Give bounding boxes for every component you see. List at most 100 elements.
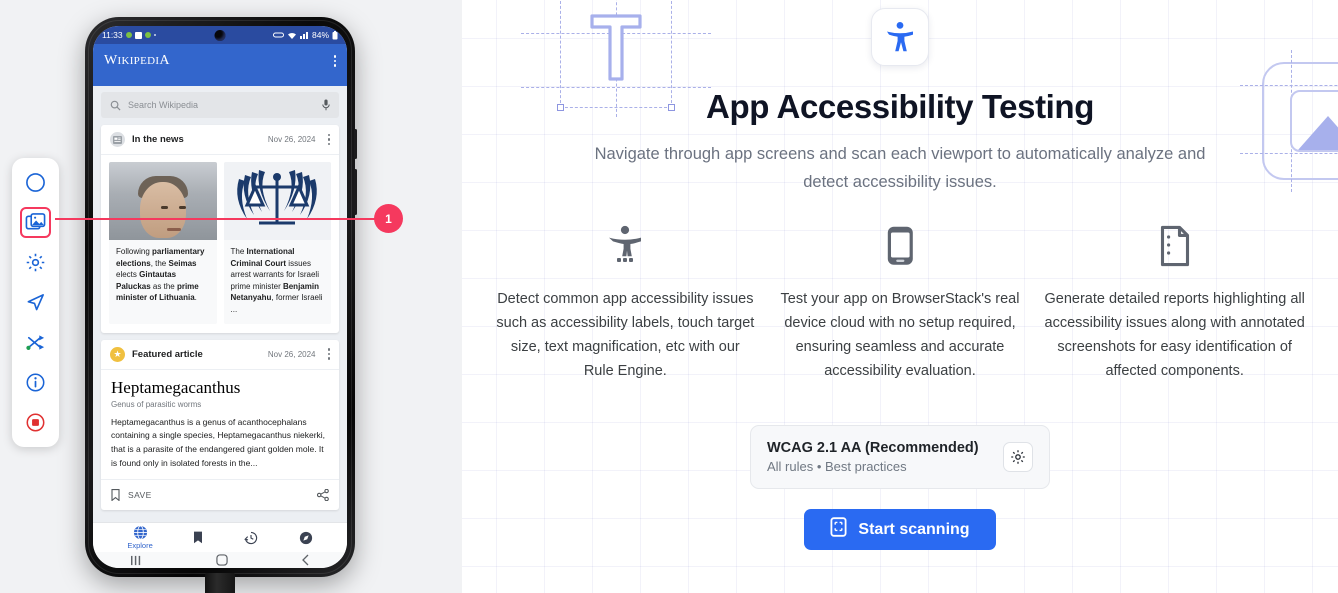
device-screen[interactable]: 11:33 84% WIKIPEDIA Search Wikipedia In … — [93, 26, 347, 568]
square-icon — [134, 31, 142, 39]
tab-explore[interactable]: Explore — [127, 525, 153, 550]
featured-article-card[interactable]: ★ Featured article Nov 26, 2024 Heptameg… — [101, 339, 339, 510]
article-actions: SAVE — [101, 478, 339, 510]
panel-content: App Accessibility Testing Navigate throu… — [462, 0, 1338, 550]
search-placeholder: Search Wikipedia — [128, 100, 199, 110]
article-excerpt: Heptamegacanthus is a genus of acanthoce… — [111, 416, 326, 468]
page-subtitle: Navigate through app screens and scan ea… — [594, 145, 1206, 192]
status-time: 11:33 — [102, 30, 123, 40]
mic-icon[interactable] — [322, 99, 330, 111]
wcag-title: WCAG 2.1 AA (Recommended) — [767, 440, 979, 456]
feature-text: Test your app on BrowserStack's real dev… — [780, 290, 1020, 379]
featured-body: Heptamegacanthus Genus of parasitic worm… — [101, 370, 339, 471]
phone-status-bar: 11:33 84% — [93, 26, 347, 44]
home-icon[interactable] — [216, 554, 228, 566]
article-subtitle: Genus of parasitic worms — [111, 399, 202, 409]
info-icon[interactable] — [20, 367, 51, 398]
feature-reports: Generate detailed reports highlighting a… — [1037, 223, 1312, 383]
tab-nearby[interactable] — [299, 531, 313, 545]
search-icon — [110, 100, 121, 111]
card-date: Nov 26, 2024 — [267, 349, 316, 359]
save-button[interactable]: SAVE — [111, 488, 152, 501]
back-icon[interactable] — [301, 554, 310, 566]
news-icon — [110, 132, 125, 147]
card-date: Nov 26, 2024 — [267, 135, 316, 144]
report-document-icon — [1159, 223, 1191, 267]
wcag-preset-card[interactable]: WCAG 2.1 AA (Recommended) All rules • Be… — [750, 425, 1050, 489]
news-caption: Following parliamentary elections, the S… — [116, 247, 205, 303]
feature-accessibility: Detect common app accessibility issues s… — [488, 223, 763, 383]
list-item[interactable]: The International Criminal Court issues … — [223, 162, 331, 324]
card-title: In the news — [132, 134, 184, 145]
search-input[interactable]: Search Wikipedia — [101, 92, 339, 118]
wikipedia-tab-bar[interactable]: Explore — [93, 522, 347, 552]
stop-record-icon[interactable] — [20, 407, 51, 438]
history-icon — [244, 531, 258, 544]
wcag-subtitle: All rules • Best practices — [767, 459, 907, 474]
wikipedia-feed[interactable]: Search Wikipedia In the news Nov 26, 202… — [93, 78, 347, 522]
android-icon — [144, 32, 151, 38]
android-icon — [125, 32, 132, 38]
tab-saved[interactable] — [193, 531, 203, 544]
page-title: App Accessibility Testing — [706, 88, 1094, 125]
card-header: ★ Featured article Nov 26, 2024 — [101, 340, 339, 370]
battery-icon — [332, 30, 338, 39]
device-toolbar[interactable] — [12, 158, 59, 447]
shuffle-icon[interactable] — [20, 327, 51, 358]
card-header: In the news Nov 26, 2024 — [101, 125, 339, 155]
kebab-menu-icon[interactable] — [327, 348, 330, 360]
wikipedia-app-bar: WIKIPEDIA — [93, 44, 347, 78]
share-icon[interactable] — [317, 488, 329, 501]
sim-icon — [272, 32, 284, 38]
bookmark-icon — [194, 531, 203, 544]
save-label: SAVE — [128, 489, 152, 500]
device-preview-pane: 11:33 84% WIKIPEDIA Search Wikipedia In … — [0, 0, 462, 593]
navigate-icon[interactable] — [20, 287, 51, 318]
icc-logo — [223, 162, 331, 240]
feature-list: Detect common app accessibility issues s… — [462, 223, 1338, 383]
recents-icon[interactable] — [130, 555, 143, 566]
news-caption: The International Criminal Court issues … — [230, 247, 323, 314]
wikipedia-logo: WIKIPEDIA — [104, 53, 170, 68]
card-title: Featured article — [132, 348, 203, 360]
tab-history[interactable] — [244, 531, 258, 545]
device-stand — [205, 573, 235, 593]
scan-button-label: Start scanning — [858, 520, 970, 538]
battery-percent: 84% — [311, 30, 329, 40]
device-mockup: 11:33 84% WIKIPEDIA Search Wikipedia In … — [85, 17, 357, 593]
tab-label: Explore — [127, 541, 153, 550]
device-volume-button — [354, 129, 357, 159]
device-frame: 11:33 84% WIKIPEDIA Search Wikipedia In … — [85, 17, 357, 577]
compass-icon — [299, 531, 312, 544]
in-the-news-card[interactable]: In the news Nov 26, 2024 Following parli… — [101, 125, 339, 333]
screenshot-icon[interactable] — [20, 207, 51, 238]
wcag-preset-text: WCAG 2.1 AA (Recommended) All rules • Be… — [767, 440, 979, 474]
kebab-menu-icon[interactable] — [327, 133, 330, 146]
app-bar-strip — [93, 78, 347, 86]
news-item-list: Following parliamentary elections, the S… — [101, 155, 339, 333]
mobile-device-icon — [886, 223, 915, 267]
annotation-badge: 1 — [374, 204, 403, 233]
accessibility-icon — [871, 8, 929, 66]
device-power-button — [354, 169, 357, 215]
dot-icon — [153, 33, 157, 37]
wifi-icon — [287, 32, 296, 39]
select-circle-icon[interactable] — [20, 167, 51, 198]
globe-icon — [133, 525, 147, 540]
list-item[interactable]: Following parliamentary elections, the S… — [109, 162, 217, 324]
feature-text: Generate detailed reports highlighting a… — [1044, 290, 1305, 379]
start-scanning-button[interactable]: Start scanning — [804, 509, 996, 550]
bookmark-icon — [111, 488, 120, 501]
star-icon: ★ — [110, 346, 125, 362]
scan-device-icon — [830, 517, 847, 542]
article-title: Heptamegacanthus — [111, 377, 241, 397]
android-nav-bar[interactable] — [93, 552, 347, 568]
feature-text: Detect common app accessibility issues s… — [496, 290, 755, 379]
camera-punch-hole — [214, 29, 226, 41]
feature-device-cloud: Test your app on BrowserStack's real dev… — [763, 223, 1038, 383]
accessibility-icon — [607, 223, 643, 267]
kebab-menu-icon[interactable] — [333, 55, 336, 67]
gear-icon[interactable] — [20, 247, 51, 278]
gear-icon[interactable] — [1003, 442, 1033, 472]
annotation-connector — [55, 218, 380, 220]
